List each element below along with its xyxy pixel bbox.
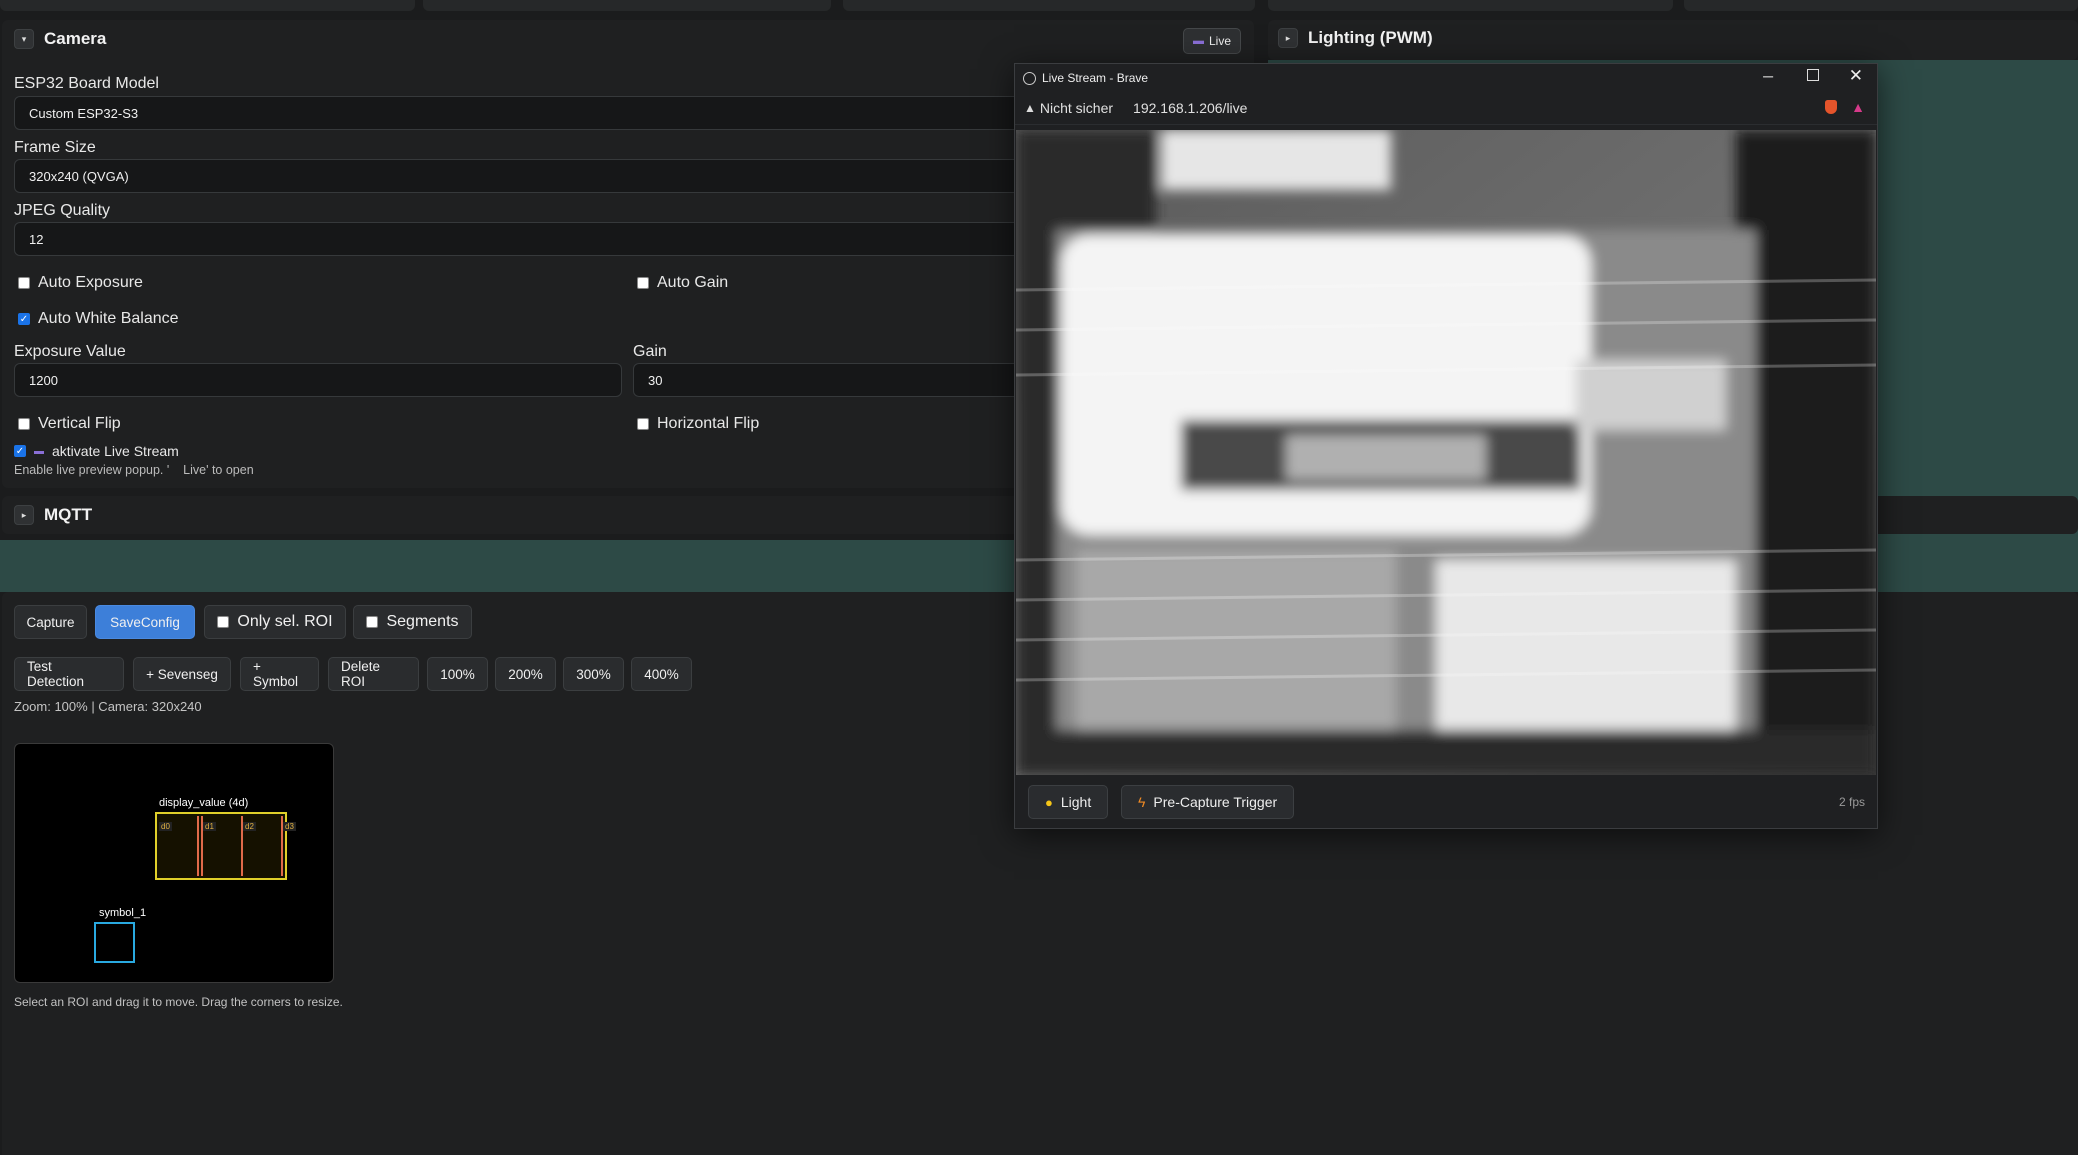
live-button[interactable]: ▬ Live [1183, 28, 1242, 54]
frame-size-select[interactable]: 320x240 (QVGA) [14, 159, 1044, 193]
live-stream-checkbox[interactable]: ✓ ▬ aktivate Live Stream [14, 443, 179, 459]
warning-icon: ▲ [1024, 101, 1036, 115]
lightbulb-icon: ● [1045, 794, 1053, 810]
only-sel-roi-toggle[interactable]: Only sel. ROI [204, 605, 346, 639]
board-model-select[interactable]: Custom ESP32-S3 [14, 96, 1044, 130]
brave-shield-icon[interactable] [1825, 100, 1837, 114]
top-tab-4 [1268, 0, 1673, 11]
camera-header[interactable]: ▾ Camera [14, 29, 106, 49]
digit-roi[interactable]: d2 [243, 816, 283, 876]
gain-label: Gain [633, 343, 667, 360]
symbol-roi-box[interactable] [94, 922, 135, 963]
security-label: Nicht sicher [1039, 100, 1114, 116]
exposure-value-input[interactable]: 1200 [14, 363, 622, 397]
gain-input[interactable]: 30 [633, 363, 1045, 397]
lightning-icon: ϟ [1138, 794, 1146, 810]
capture-button[interactable]: Capture [14, 605, 87, 639]
checkbox-checked: ✓ [14, 445, 26, 457]
add-symbol-button[interactable]: + Symbol [240, 657, 319, 691]
chevron-right-icon: ▸ [1278, 28, 1298, 48]
popup-titlebar[interactable]: Live Stream - Brave ─ ✕ [1015, 64, 1877, 92]
checkbox-box [217, 616, 230, 628]
saveconfig-button[interactable]: SaveConfig [95, 605, 195, 639]
live-stream-image [1016, 130, 1876, 775]
mqtt-header[interactable]: ▸ MQTT [14, 505, 92, 525]
digit-roi[interactable]: d1 [201, 816, 243, 876]
board-model-label: ESP32 Board Model [14, 75, 159, 92]
checkbox-box [18, 277, 30, 289]
test-detection-button[interactable]: Test Detection [14, 657, 124, 691]
live-stream-hint: Enable live preview popup. ' Live' to op… [14, 463, 254, 477]
exposure-value-label: Exposure Value [14, 343, 126, 360]
window-title: Live Stream - Brave [1042, 71, 1149, 85]
checkbox-box [637, 277, 649, 289]
minimize-icon[interactable]: ─ [1763, 68, 1773, 84]
light-button[interactable]: ● Light [1028, 785, 1109, 819]
auto-white-balance-checkbox[interactable]: ✓ Auto White Balance [18, 310, 179, 328]
zoom-300-button[interactable]: 300% [563, 657, 624, 691]
display-roi-box[interactable]: d0 d1 d2 d3 [155, 812, 296, 880]
zoom-200-button[interactable]: 200% [495, 657, 556, 691]
chevron-right-icon: ▸ [14, 505, 34, 525]
precapture-trigger-button[interactable]: ϟ Pre-Capture Trigger [1121, 785, 1295, 819]
brave-rewards-icon[interactable]: ▲ [1851, 99, 1865, 115]
jpeg-quality-input[interactable]: 12 [14, 222, 1044, 256]
horizontal-flip-checkbox[interactable]: Horizontal Flip [637, 415, 759, 433]
globe-icon [1023, 71, 1036, 85]
checkbox-checked: ✓ [18, 313, 30, 325]
tv-icon: ▬ [34, 445, 44, 457]
segments-toggle[interactable]: Segments [353, 605, 472, 639]
close-icon[interactable]: ✕ [1849, 66, 1863, 86]
fps-indicator: 2 fps [1838, 795, 1865, 809]
add-sevenseg-button[interactable]: + Sevenseg [133, 657, 231, 691]
zoom-100-button[interactable]: 100% [427, 657, 488, 691]
top-tab-1 [0, 0, 415, 11]
checkbox-box [18, 418, 30, 430]
zoom-400-button[interactable]: 400% [631, 657, 692, 691]
chevron-down-icon: ▾ [14, 29, 34, 49]
roi-help-text: Select an ROI and drag it to move. Drag … [14, 995, 343, 1009]
camera-title: Camera [44, 29, 107, 48]
vertical-flip-checkbox[interactable]: Vertical Flip [18, 415, 121, 433]
camera-frame [1016, 130, 1876, 775]
frame-size-label: Frame Size [14, 139, 96, 156]
digit-roi[interactable]: d0 [159, 816, 199, 876]
digit-roi[interactable]: d3 [283, 816, 321, 876]
top-tab-3 [843, 0, 1255, 11]
zoom-status: Zoom: 100% | Camera: 320x240 [14, 699, 202, 714]
symbol-roi-label: symbol_1 [99, 907, 147, 919]
top-tab-2 [423, 0, 831, 11]
top-tab-5 [1684, 0, 2078, 11]
checkbox-box [637, 418, 649, 430]
popup-urlbar[interactable]: ▲ Nicht sicher 192.168.1.206/live ▲ [1015, 92, 1877, 125]
auto-exposure-checkbox[interactable]: Auto Exposure [18, 274, 143, 292]
checkbox-box [366, 616, 379, 628]
url-text: 192.168.1.206/live [1133, 100, 1248, 116]
lighting-header[interactable]: ▸ Lighting (PWM) [1278, 28, 1433, 48]
roi-canvas[interactable]: display_value (4d) d0 d1 d2 d3 symbol_1 [14, 743, 334, 983]
display-roi-label: display_value (4d) [159, 797, 249, 809]
delete-roi-button[interactable]: Delete ROI [328, 657, 419, 691]
auto-gain-checkbox[interactable]: Auto Gain [637, 274, 728, 292]
maximize-icon[interactable] [1807, 69, 1819, 81]
tv-icon: ▬ [1193, 35, 1204, 47]
live-stream-popup-window[interactable]: Live Stream - Brave ─ ✕ ▲ Nicht sicher 1… [1014, 63, 1878, 829]
jpeg-quality-label: JPEG Quality [14, 202, 111, 219]
